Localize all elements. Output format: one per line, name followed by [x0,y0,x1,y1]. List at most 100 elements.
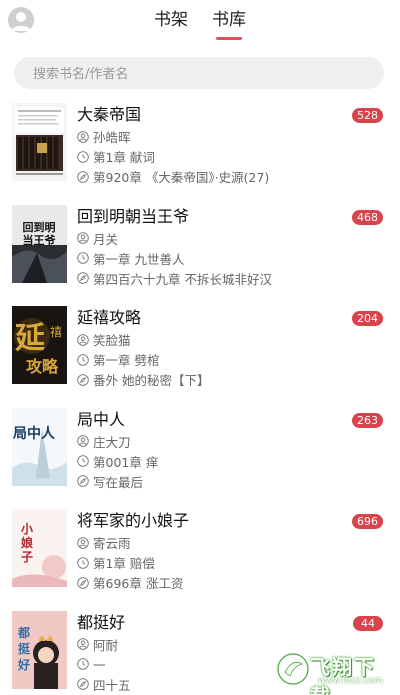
watermark-text: 飞翔下载 [310,655,376,695]
book-item[interactable]: 局中人 局中人 庄大刀 第001章 痒 写在最后 263 [0,401,400,503]
book-author: 孙皓晖 [93,130,131,145]
svg-text:都: 都 [17,625,30,640]
book-item[interactable]: 回到明 当王爷 回到明朝当王爷 月关 第一章 九世善人 第四百六十九章 不拆长城… [0,198,400,300]
book-title: 将军家的小娘子 [77,511,190,530]
search-input[interactable] [31,57,375,91]
tab-bar: 书架 书库 [0,0,400,44]
book-first-chapter: 第一章 劈棺 [93,353,160,368]
book-first-chapter-row: 一 [77,655,106,674]
book-author: 庄大刀 [93,434,131,450]
clock-icon [77,353,89,366]
book-author: 笑脸猫 [93,333,131,348]
compass-icon [77,373,89,386]
book-latest-chapter-row: 第四百六十九章 不拆长城非好汉 [77,269,272,288]
book-latest-chapter: 番外 她的秘密【下】 [93,373,210,388]
book-first-chapter: 第1章 献词 [93,150,155,165]
book-author: 月关 [93,231,119,247]
book-latest-chapter: 第920章 《大秦帝国》·史源(27) [93,170,270,185]
book-first-chapter: 第001章 痒 [93,454,159,470]
unread-count-badge: 468 [352,209,383,225]
site-watermark: 飞翔下载 www.fxxz.com [274,649,394,695]
book-author: 寄云雨 [93,536,131,551]
compass-icon [77,170,89,183]
person-icon [77,638,89,650]
svg-text:小: 小 [21,521,33,536]
book-first-chapter: 第一章 九世善人 [93,251,185,267]
compass-icon [77,272,89,284]
book-latest-chapter: 第696章 涨工资 [93,576,184,591]
svg-text:攻略: 攻略 [26,357,59,376]
book-cover [12,103,67,181]
person-icon [77,333,89,346]
clock-icon [77,455,89,467]
book-cover: 延 禧 攻略 [12,306,67,384]
book-latest-chapter-row: 四十五 [77,675,131,694]
book-latest-chapter-row: 番外 她的秘密【下】 [77,370,209,389]
person-icon [77,232,89,244]
unread-count-badge: 528 [352,108,383,123]
svg-text:娘: 娘 [21,535,33,550]
unread-count-badge: 263 [352,412,383,428]
book-cover: 小 娘 子 [12,509,67,587]
clock-icon [77,556,89,569]
svg-text:当王爷: 当王爷 [23,233,57,247]
book-cover: 都 挺 好 [12,610,67,689]
book-first-chapter-row: 第1章 献词 [77,147,155,166]
book-title: 延禧攻略 [77,308,142,327]
svg-text:禧: 禧 [50,325,62,339]
compass-icon [77,678,89,690]
book-cover: 回到明 当王爷 [12,204,67,283]
book-title: 局中人 [77,409,126,429]
svg-text:延: 延 [14,321,46,356]
clock-icon [77,150,89,163]
compass-icon [77,475,89,487]
book-author: 阿耐 [93,637,119,653]
book-first-chapter-row: 第001章 痒 [77,452,158,471]
book-first-chapter-row: 第一章 九世善人 [77,249,184,268]
book-first-chapter-row: 第一章 劈棺 [77,350,159,369]
app-root: 书架 书库 搜索书名/作者名 大秦帝国 孙皓晖 第1章 献词 第920章 《大秦… [0,0,400,695]
compass-icon [77,576,89,589]
book-author-row: 孙皓晖 [77,127,131,146]
book-title: 回到明朝当王爷 [77,206,190,226]
book-title: 都挺好 [77,612,126,632]
book-title: 大秦帝国 [77,105,142,124]
book-latest-chapter-row: 第696章 涨工资 [77,573,183,592]
book-latest-chapter-row: 写在最后 [77,472,143,491]
book-item[interactable]: 大秦帝国 孙皓晖 第1章 献词 第920章 《大秦帝国》·史源(27) 528 [0,96,400,198]
book-first-chapter: 第1章 赔偿 [93,556,155,571]
book-author-row: 寄云雨 [77,533,131,552]
tab-library[interactable]: 书库 [210,0,248,44]
book-latest-chapter: 四十五 [93,677,131,693]
book-first-chapter: 一 [93,657,106,673]
top-bar: 书架 书库 [0,0,400,44]
book-list: 大秦帝国 孙皓晖 第1章 献词 第920章 《大秦帝国》·史源(27) 528 [0,96,400,695]
svg-text:局中人: 局中人 [13,425,56,442]
unread-count-badge: 204 [352,311,383,326]
tab-bookshelf[interactable]: 书架 [152,0,190,44]
book-first-chapter-row: 第1章 赔偿 [77,553,155,572]
person-icon [77,435,89,447]
book-latest-chapter-row: 第920章 《大秦帝国》·史源(27) [77,167,269,186]
book-author-row: 阿耐 [77,635,118,654]
svg-text:挺: 挺 [18,641,31,656]
unread-count-badge: 44 [353,615,383,631]
book-item[interactable]: 延 禧 攻略 延禧攻略 笑脸猫 第一章 劈棺 番外 她的秘密【下】 204 [0,299,400,401]
watermark-url: www.fxxz.com [318,676,383,686]
clock-icon [77,252,89,264]
svg-text:好: 好 [17,657,30,672]
book-item[interactable]: 小 娘 子 将军家的小娘子 寄云雨 第1章 赔偿 第696章 涨工资 696 [0,502,400,604]
watermark-logo-icon [276,652,310,686]
person-icon [77,536,89,549]
book-cover: 局中人 [12,407,67,486]
book-latest-chapter: 第四百六十九章 不拆长城非好汉 [93,271,272,287]
search-bar[interactable] [14,57,384,91]
svg-text:回到明: 回到明 [23,220,56,234]
book-latest-chapter: 写在最后 [93,474,144,490]
book-author-row: 月关 [77,229,118,248]
person-icon [77,130,89,143]
book-author-row: 庄大刀 [77,432,131,451]
svg-text:子: 子 [21,550,33,564]
unread-count-badge: 696 [352,514,383,529]
clock-icon [77,658,89,670]
